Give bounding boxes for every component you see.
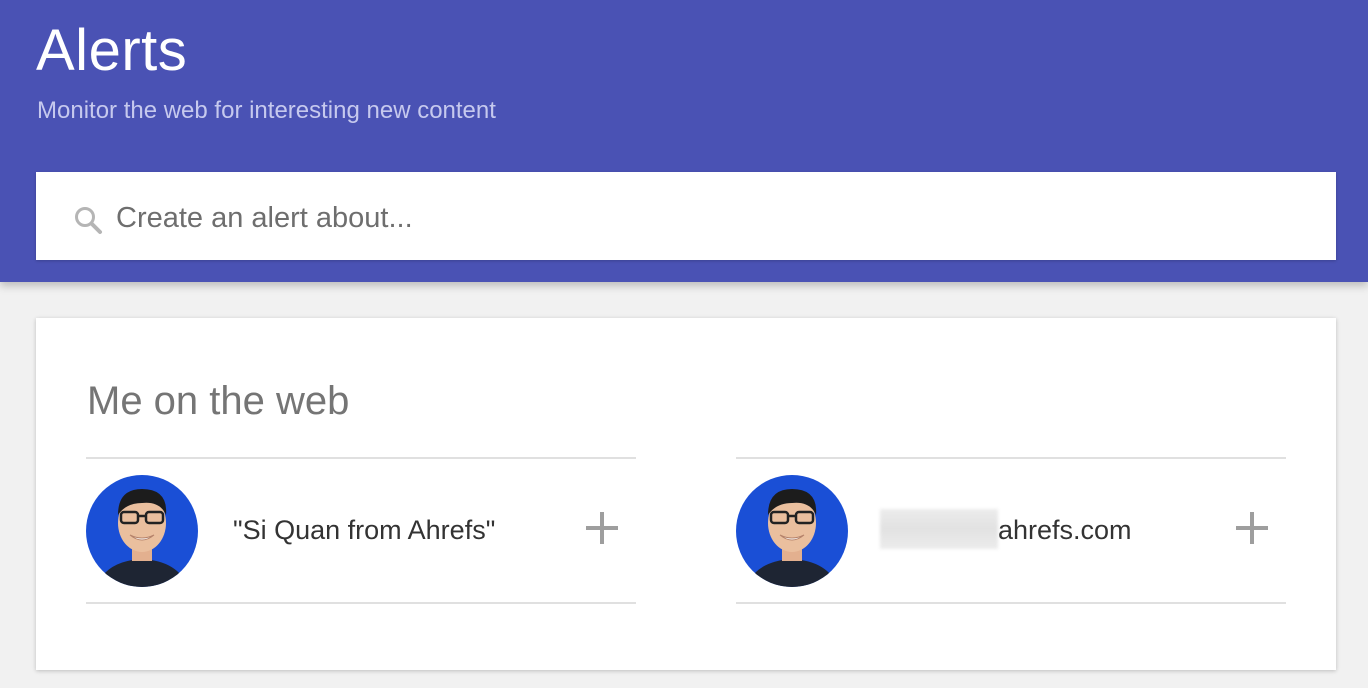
- plus-icon[interactable]: [584, 510, 620, 546]
- redacted-email-prefix: [880, 509, 998, 549]
- me-on-web-card: [36, 318, 1336, 670]
- avatar: [86, 475, 198, 587]
- divider: [86, 602, 636, 604]
- alert-label-email: ahrefs.com: [998, 515, 1132, 545]
- avatar: [736, 475, 848, 587]
- divider: [736, 602, 1286, 604]
- page-subtitle: Monitor the web for interesting new cont…: [37, 97, 496, 124]
- divider: [86, 457, 636, 459]
- search-input[interactable]: [116, 196, 1296, 240]
- section-title: Me on the web: [87, 379, 350, 423]
- page-title: Alerts: [36, 18, 188, 83]
- divider: [736, 457, 1286, 459]
- alert-label-name: "Si Quan from Ahrefs": [233, 515, 496, 545]
- search-icon: [75, 207, 102, 234]
- plus-icon[interactable]: [1234, 510, 1270, 546]
